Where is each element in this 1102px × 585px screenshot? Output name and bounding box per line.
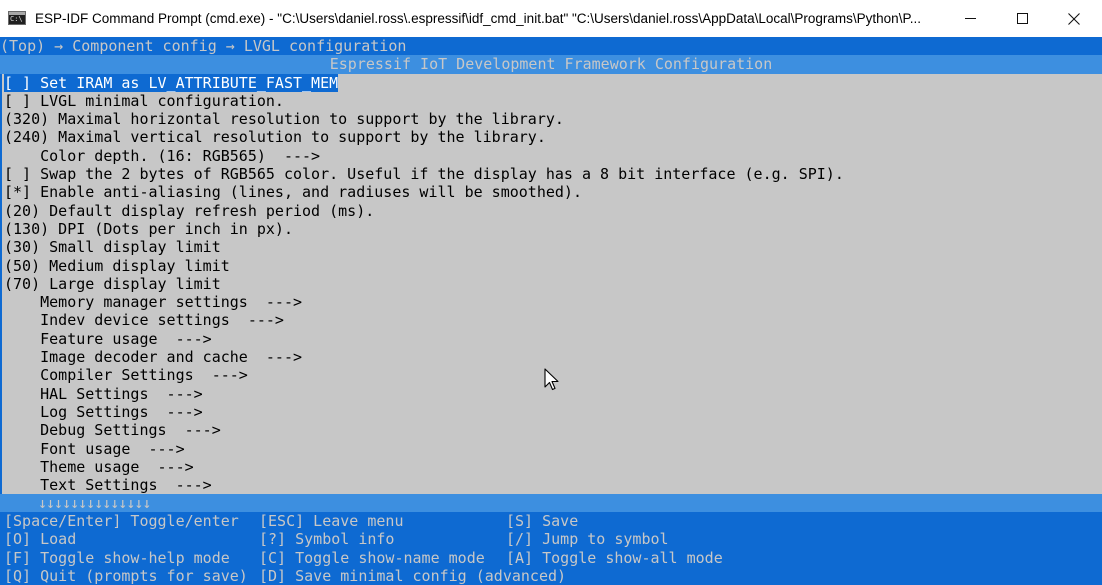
menu-item-ver-res[interactable]: (240) Maximal vertical resolution to sup… (4, 128, 546, 146)
help-jump: [/] Jump to symbol (506, 530, 669, 549)
menu-item-small-limit[interactable]: (30) Small display limit (4, 238, 221, 256)
menu-item-medium-limit[interactable]: (50) Medium display limit (4, 257, 230, 275)
mouse-cursor-icon (544, 368, 559, 391)
maximize-button[interactable] (996, 0, 1048, 37)
maximize-icon (1016, 13, 1028, 24)
cmd-icon[interactable] (8, 11, 26, 25)
menu-item-debug[interactable]: Debug Settings ---> (4, 421, 221, 439)
help-show-all: [A] Toggle show-all mode (506, 548, 723, 567)
menu-item-refresh-period[interactable]: (20) Default display refresh period (ms)… (4, 202, 374, 220)
terminal-area[interactable]: (Top) → Component config → LVGL configur… (0, 37, 1102, 585)
menu-item-large-limit[interactable]: (70) Large display limit (4, 275, 221, 293)
help-show-name: [C] Toggle show-name mode (259, 548, 485, 567)
title-bar[interactable]: ESP-IDF Command Prompt (cmd.exe) - "C:\U… (0, 0, 1102, 37)
help-save: [S] Save (506, 512, 579, 530)
help-esc: [ESC] Leave menu (259, 512, 404, 530)
menu-item-iram-fast-mem[interactable]: [ ] Set IRAM as LV_ATTRIBUTE_FAST_MEM (4, 73, 339, 92)
menu-item-feature-usage[interactable]: Feature usage ---> (4, 330, 212, 348)
window-title: ESP-IDF Command Prompt (cmd.exe) - "C:\U… (35, 11, 921, 26)
menu-item-compiler[interactable]: Compiler Settings ---> (4, 366, 248, 384)
menu-item-text-settings[interactable]: Text Settings ---> (4, 476, 212, 494)
help-symbol-info: [?] Symbol info (259, 530, 395, 549)
breadcrumb: (Top) → Component config → LVGL configur… (0, 37, 1102, 56)
menu-item-dpi[interactable]: (130) DPI (Dots per inch in px). (4, 220, 293, 238)
help-panel: [Space/Enter] Toggle/enter [O] Load [F] … (0, 512, 1102, 585)
menu-item-swap-bytes[interactable]: [ ] Swap the 2 bytes of RGB565 color. Us… (4, 165, 844, 183)
menu-item-image-decoder[interactable]: Image decoder and cache ---> (4, 348, 302, 366)
minimize-icon (964, 18, 976, 19)
minimize-button[interactable] (944, 0, 996, 37)
menu-item-hal[interactable]: HAL Settings ---> (4, 385, 203, 403)
menu-item-font-usage[interactable]: Font usage ---> (4, 440, 185, 458)
cmd-window: ESP-IDF Command Prompt (cmd.exe) - "C:\U… (0, 0, 1102, 585)
menu-item-minimal-config[interactable]: [ ] LVGL minimal configuration. (4, 92, 284, 110)
menu-item-color-depth[interactable]: Color depth. (16: RGB565) ---> (4, 147, 320, 165)
close-button[interactable] (1048, 0, 1100, 37)
config-title: Espressif IoT Development Framework Conf… (0, 55, 1102, 74)
menu-item-hor-res[interactable]: (320) Maximal horizontal resolution to s… (4, 110, 564, 128)
help-save-minimal: [D] Save minimal config (advanced) (259, 566, 567, 585)
help-load: [O] Load (4, 530, 77, 549)
menu-item-anti-aliasing[interactable]: [*] Enable anti-aliasing (lines, and rad… (4, 183, 582, 201)
menu-item-indev[interactable]: Indev device settings ---> (4, 311, 284, 329)
menu-item-memory-manager[interactable]: Memory manager settings ---> (4, 293, 302, 311)
close-icon (1068, 12, 1080, 25)
menu-item-log[interactable]: Log Settings ---> (4, 403, 203, 421)
menu-item-theme-usage[interactable]: Theme usage ---> (4, 458, 194, 476)
help-space-enter: [Space/Enter] Toggle/enter (4, 512, 239, 530)
menu-list[interactable]: [ ] Set IRAM as LV_ATTRIBUTE_FAST_MEM [ … (0, 73, 1102, 494)
help-quit: [Q] Quit (prompts for save) (4, 566, 248, 585)
scroll-indicator: ↓↓↓↓↓↓↓↓↓↓↓↓↓↓ (0, 494, 1102, 512)
help-show-help: [F] Toggle show-help mode (4, 548, 230, 567)
